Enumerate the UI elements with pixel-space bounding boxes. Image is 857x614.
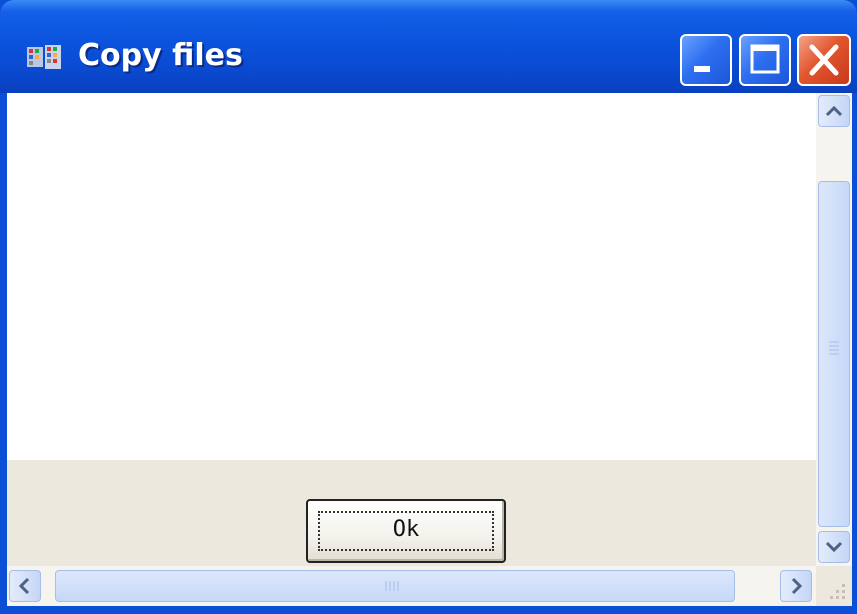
resize-grip-icon xyxy=(830,584,845,599)
grip-icon xyxy=(385,581,399,591)
close-button[interactable] xyxy=(797,34,851,86)
maximize-icon xyxy=(750,44,780,74)
client-area: Ok xyxy=(7,93,852,614)
scroll-right-button[interactable] xyxy=(780,570,812,602)
minimize-button[interactable] xyxy=(680,34,732,86)
output-area xyxy=(7,93,816,460)
chevron-right-icon xyxy=(791,577,803,595)
scroll-down-button[interactable] xyxy=(818,531,850,563)
window-title: Copy files xyxy=(78,38,243,73)
ok-button[interactable]: Ok xyxy=(306,499,506,563)
copy-files-app-icon xyxy=(27,45,61,69)
scroll-left-button[interactable] xyxy=(9,570,41,602)
resize-grip[interactable] xyxy=(816,566,852,606)
window-frame-bottom xyxy=(7,606,852,614)
vertical-scroll-thumb[interactable] xyxy=(818,181,850,527)
horizontal-scrollbar[interactable] xyxy=(7,566,816,606)
title-bar[interactable]: Copy files xyxy=(0,0,857,93)
grip-icon xyxy=(829,341,839,355)
window: Copy files Ok xyxy=(0,0,857,614)
maximize-button[interactable] xyxy=(739,34,791,86)
vertical-scrollbar[interactable] xyxy=(816,93,852,566)
minimize-icon xyxy=(694,66,710,72)
close-icon xyxy=(809,44,839,76)
chevron-down-icon xyxy=(825,541,843,553)
ok-button-label: Ok xyxy=(392,517,420,542)
scroll-up-button[interactable] xyxy=(818,95,850,127)
chevron-up-icon xyxy=(825,105,843,117)
chevron-left-icon xyxy=(18,577,30,595)
horizontal-scroll-thumb[interactable] xyxy=(55,570,735,602)
